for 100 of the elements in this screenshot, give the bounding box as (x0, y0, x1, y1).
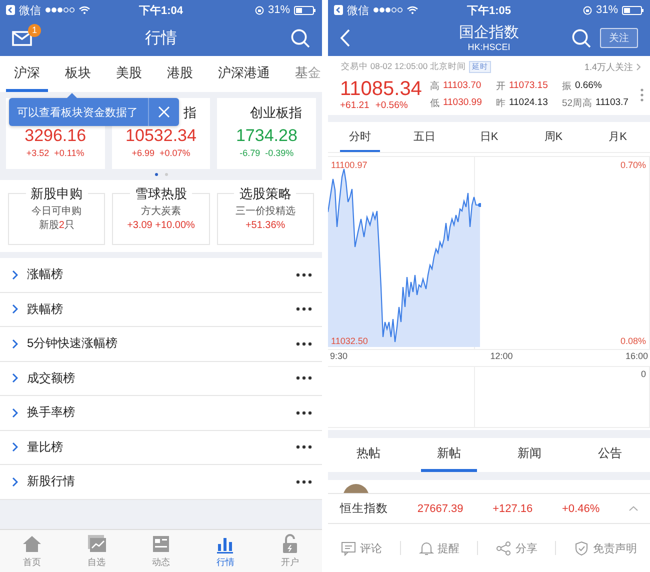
stat-label: 开 (496, 80, 506, 92)
stat-value: 11103.70 (442, 80, 482, 92)
ranking-row[interactable]: 5分钟快速涨幅榜 (0, 327, 322, 362)
index-value: 10532.34 (126, 126, 196, 145)
price-percent: +0.56% (375, 100, 408, 111)
high-price-label: 11100.97 (331, 160, 368, 170)
action-button[interactable]: 分享 (496, 540, 538, 556)
stat-value: 0.66% (574, 80, 602, 92)
chart-tab[interactable]: 月K (598, 122, 638, 152)
chevron-right-icon (12, 476, 18, 487)
ticker-bar[interactable]: 恒生指数 27667.39 +127.16 +0.46% (328, 493, 650, 524)
rotation-lock-icon (254, 6, 264, 14)
chevron-right-icon (636, 63, 641, 71)
ranking-label: 涨幅榜 (27, 266, 64, 284)
action-button[interactable]: 提醒 (418, 540, 460, 556)
ranking-row[interactable]: 跌幅榜 (0, 292, 322, 327)
comment-icon (340, 540, 356, 556)
more-icon[interactable] (296, 480, 312, 484)
feature-card[interactable]: 新股申购 今日可申购 新股2只 (8, 186, 106, 245)
back-arrow-icon[interactable] (334, 5, 343, 15)
price-value: 11085.34 (340, 78, 422, 100)
index-percent: +0.11% (54, 148, 84, 158)
post-tab[interactable]: 公告 (582, 438, 638, 472)
signal-icon (45, 7, 75, 13)
ticker-percent: +0.46% (562, 502, 600, 514)
chevron-right-icon (12, 304, 18, 314)
chevron-right-icon (12, 408, 18, 418)
clock-time: 下午1:05 (466, 4, 512, 18)
more-icon[interactable] (296, 445, 312, 450)
time-label: 9:30 (330, 351, 348, 363)
chart-tab[interactable]: 周K (533, 122, 574, 152)
chevron-right-icon (12, 373, 18, 384)
ranking-label: 5分钟快速涨幅榜 (27, 335, 119, 352)
battery-icon (294, 6, 316, 14)
search-icon[interactable] (291, 28, 310, 48)
share-icon (496, 540, 512, 556)
mail-icon[interactable] (12, 30, 32, 46)
more-vertical-icon[interactable] (640, 88, 644, 102)
index-value: 3296.16 (24, 126, 86, 145)
bell-icon (418, 540, 434, 556)
back-arrow-icon[interactable] (6, 5, 15, 15)
more-icon[interactable] (296, 376, 312, 380)
ranking-label: 成交额榜 (27, 370, 76, 387)
feature-detail: 新股2只 (38, 219, 74, 233)
notification-badge: 1 (28, 24, 41, 36)
more-icon[interactable] (296, 307, 312, 312)
ranking-label: 新股行情 (27, 473, 76, 490)
market-tab[interactable]: 沪深港通 (210, 56, 278, 92)
market-tab[interactable]: 板块 (57, 56, 99, 92)
more-icon[interactable] (296, 342, 312, 346)
rotation-lock-icon (582, 6, 592, 14)
market-tab[interactable]: 港股 (159, 56, 201, 92)
chevron-right-icon (12, 270, 18, 280)
index-card[interactable]: 创业板指 1734.28 -6.79 -0.39% (217, 98, 316, 169)
more-icon[interactable] (296, 410, 312, 415)
action-button[interactable]: 免责声明 (574, 540, 637, 556)
action-button[interactable]: 评论 (340, 540, 382, 556)
clock-time: 下午1:04 (138, 4, 184, 18)
ranking-row[interactable]: 换手率榜 (0, 396, 322, 430)
low-percent-label: 0.08% (620, 336, 646, 346)
page-title: 国企指数 (459, 24, 519, 42)
more-icon[interactable] (296, 272, 312, 277)
chart-tab[interactable]: 分时 (340, 122, 380, 152)
chart-window-icon (86, 534, 107, 554)
stat-value: 11073.15 (508, 80, 548, 92)
trading-status: 交易中 08-02 12:05:00 北京时间 (341, 61, 466, 73)
chart-tab[interactable]: 日K (468, 122, 510, 152)
market-tab[interactable]: 基金 (287, 56, 322, 92)
wifi-icon (407, 6, 418, 14)
chevron-right-icon (12, 442, 18, 452)
stat-value: 11030.99 (442, 96, 482, 110)
post-tab[interactable]: 新闻 (501, 438, 558, 472)
tab-bar-item[interactable]: 行情 (193, 530, 258, 572)
home-icon (22, 534, 42, 554)
ticker-name: 恒生指数 (340, 502, 388, 516)
battery-percent: 31% (596, 4, 618, 16)
ranking-row[interactable]: 量比榜 (0, 430, 322, 465)
back-icon[interactable] (340, 29, 350, 47)
time-label: 16:00 (625, 351, 648, 363)
stat-value: 11103.7 (596, 96, 628, 110)
wifi-icon (79, 6, 90, 14)
page-title: 行情 (145, 28, 177, 48)
feature-card[interactable]: 选股策略 三一价投精选 +51.36% (216, 186, 314, 245)
chart-tab[interactable]: 五日 (404, 122, 445, 152)
stat-value: 11024.13 (508, 96, 548, 110)
ranking-row[interactable]: 涨幅榜 (0, 258, 322, 292)
stat-label: 高 (430, 80, 440, 92)
chevron-right-icon (12, 338, 18, 349)
price-change: +61.21 (340, 100, 370, 111)
ranking-row[interactable]: 成交额榜 (0, 362, 322, 396)
low-price-label: 11032.50 (331, 336, 368, 346)
post-tab[interactable]: 热帖 (340, 438, 396, 472)
time-label: 12:00 (490, 351, 513, 363)
feature-card[interactable]: 雪球热股 方大炭素 +3.09 +10.00% (112, 186, 210, 245)
carrier-name: 微信 (347, 4, 369, 18)
search-icon[interactable] (572, 28, 591, 48)
market-tab[interactable]: 美股 (108, 56, 150, 92)
followers-link[interactable]: 1.4万人关注 (584, 60, 633, 74)
ranking-label: 换手率榜 (27, 404, 76, 422)
feature-title: 雪球热股 (130, 186, 192, 202)
